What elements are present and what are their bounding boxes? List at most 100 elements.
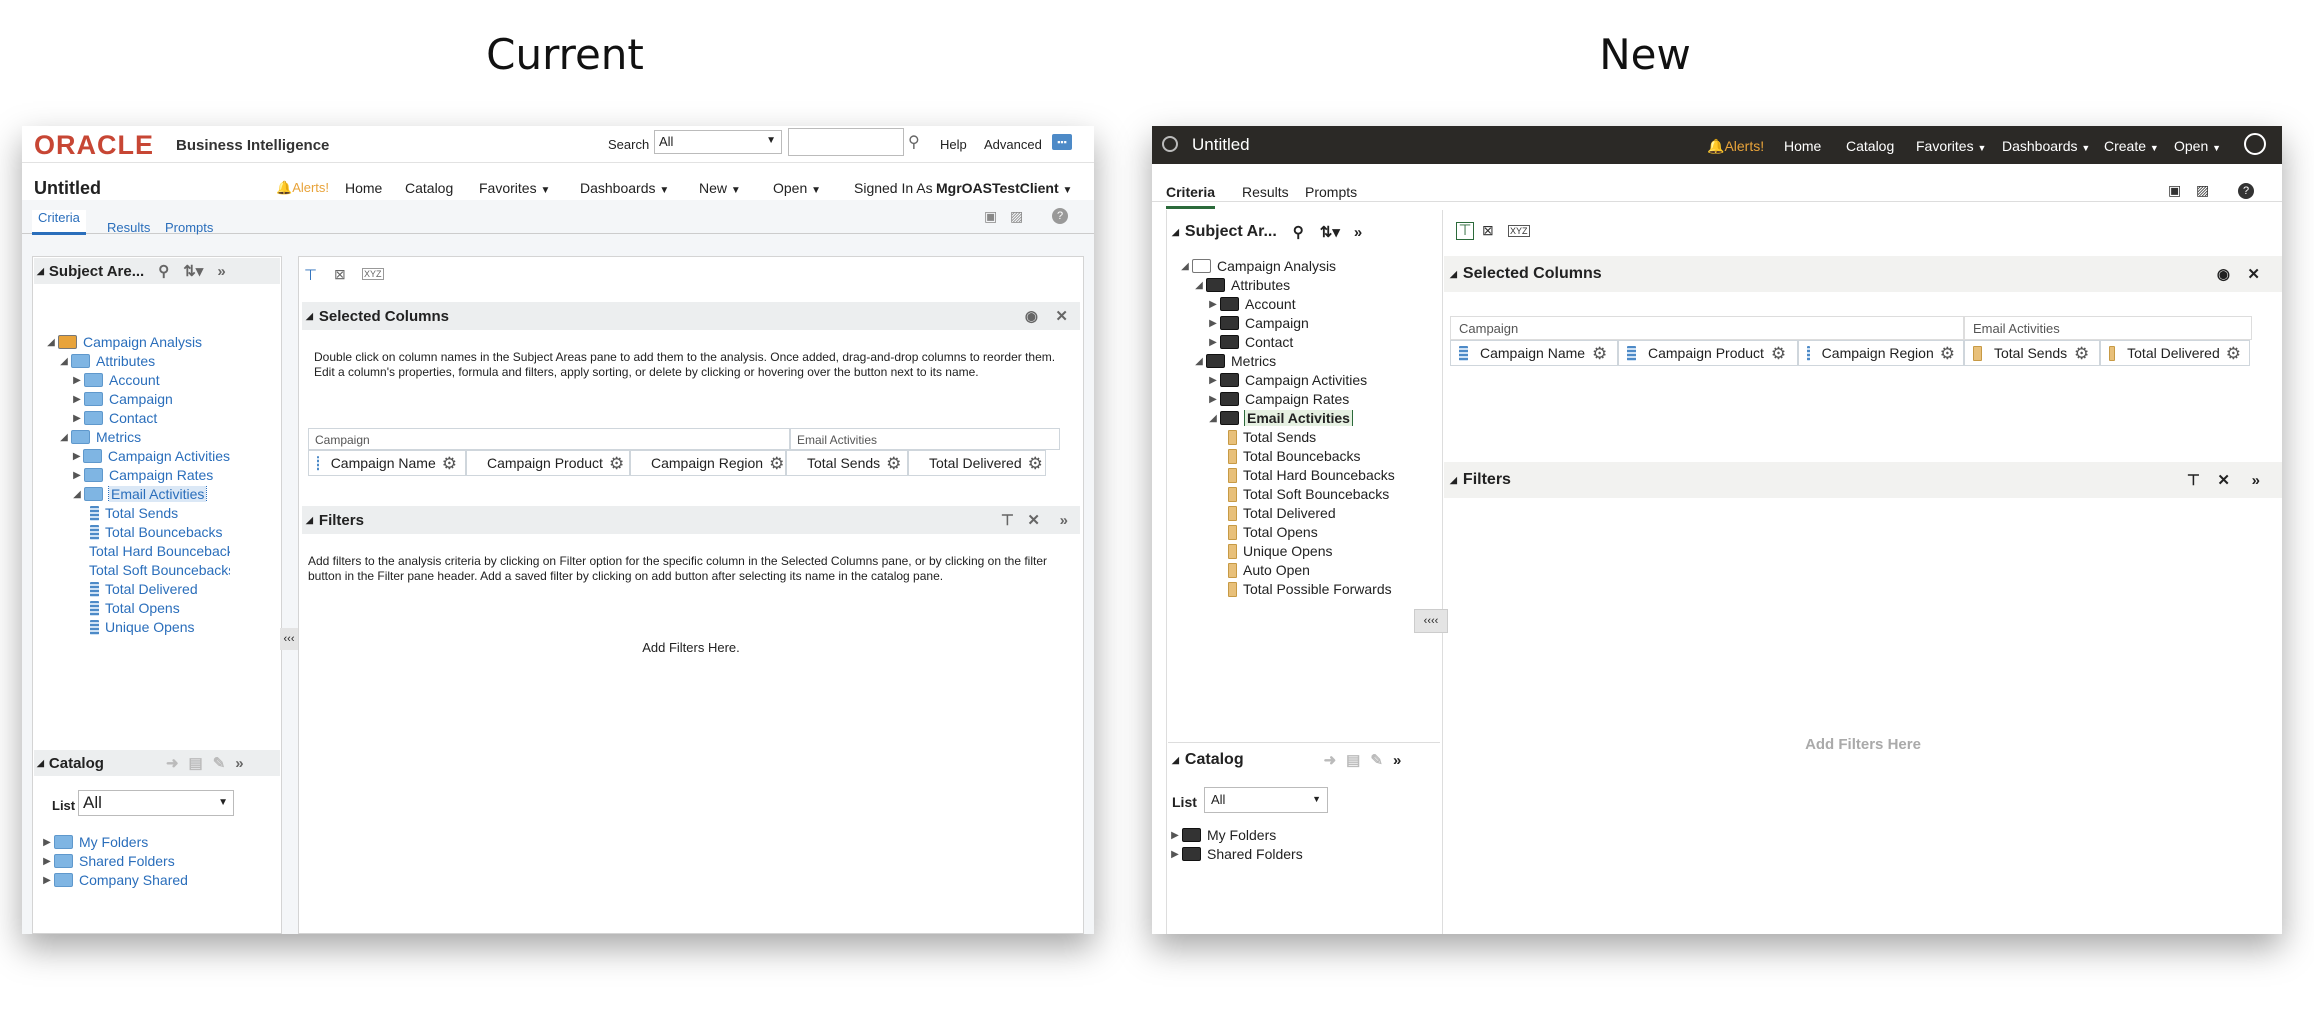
- tree-item[interactable]: ◢ Campaign Analysis: [1178, 258, 1440, 274]
- tree-item[interactable]: ▶ Contact: [70, 410, 230, 426]
- tree-item[interactable]: Total Delivered: [1220, 505, 1440, 521]
- add-filter-icon[interactable]: ⊤: [2187, 471, 2200, 489]
- search-icon[interactable]: ⚲: [1293, 223, 1304, 241]
- edit-icon[interactable]: ✎: [1370, 751, 1383, 769]
- help-icon[interactable]: ?: [2238, 183, 2254, 199]
- tree-item[interactable]: ▶ Campaign: [1206, 315, 1440, 331]
- help-icon[interactable]: ?: [1052, 208, 1068, 224]
- gear-icon[interactable]: ⚙: [1940, 345, 1955, 362]
- filter-view-icon[interactable]: ⊤: [1456, 222, 1474, 240]
- search-input[interactable]: [788, 128, 904, 156]
- tree-item[interactable]: ▶ Campaign Activities: [70, 448, 230, 464]
- home-link[interactable]: Home: [1784, 138, 1821, 154]
- collapse-icon[interactable]: ◢: [306, 311, 313, 322]
- arrow-right-icon[interactable]: ➜: [166, 754, 179, 772]
- collapsed-arrow-icon[interactable]: ▶: [1206, 337, 1220, 348]
- user-menu[interactable]: MgrOASTestClient ▼: [936, 180, 1072, 196]
- save-icon[interactable]: ▣: [2168, 182, 2181, 199]
- clear-columns-icon[interactable]: ✕: [2247, 265, 2260, 283]
- tree-item[interactable]: Unique Opens: [83, 619, 230, 635]
- tree-item[interactable]: ◢ Attributes: [57, 353, 230, 369]
- show-hide-icon[interactable]: ◉: [1025, 307, 1038, 325]
- collapse-icon[interactable]: ◢: [1172, 755, 1179, 766]
- tree-item[interactable]: ◢ Campaign Analysis: [44, 334, 230, 350]
- catalog-folder[interactable]: ▶ Shared Folders: [40, 853, 175, 869]
- save-as-icon[interactable]: ▨: [1010, 208, 1023, 225]
- tree-item[interactable]: ◢ Email Activities: [70, 486, 230, 502]
- tree-item[interactable]: ◢ Attributes: [1192, 277, 1440, 293]
- catalog-folder[interactable]: ▶ Shared Folders: [1168, 846, 1303, 862]
- collapsed-arrow-icon[interactable]: ▶: [70, 375, 84, 386]
- tree-item[interactable]: Total Possible Forwards: [1220, 581, 1440, 597]
- collapsed-arrow-icon[interactable]: ▶: [40, 856, 54, 867]
- add-icon[interactable]: ▤: [189, 754, 203, 772]
- tab-results[interactable]: Results: [1242, 184, 1289, 200]
- tree-item[interactable]: ◢ Metrics: [1192, 353, 1440, 369]
- gear-icon[interactable]: ⚙: [609, 455, 624, 472]
- filter-view-icon[interactable]: ⊤: [304, 266, 317, 284]
- collapse-icon[interactable]: ◢: [1450, 475, 1457, 486]
- column-pill[interactable]: Campaign Name ⚙: [308, 450, 466, 476]
- tree-item[interactable]: Total Sends: [83, 505, 230, 521]
- collapsed-arrow-icon[interactable]: ▶: [1206, 318, 1220, 329]
- new-menu[interactable]: New ▼: [699, 180, 741, 196]
- gear-icon[interactable]: ⚙: [442, 455, 457, 472]
- tab-criteria[interactable]: Criteria: [1166, 184, 1216, 209]
- clear-filters-icon[interactable]: ✕: [2217, 471, 2230, 489]
- xyz-icon[interactable]: XYZ: [1508, 225, 1530, 237]
- tree-item[interactable]: ▶ Account: [70, 372, 230, 388]
- catalog-folder[interactable]: ▶ My Folders: [40, 834, 148, 850]
- gear-icon[interactable]: ⚙: [886, 455, 901, 472]
- collapsed-arrow-icon[interactable]: ▶: [40, 837, 54, 848]
- tree-item[interactable]: Total Hard Bouncebacks: [1220, 467, 1440, 483]
- tree-item[interactable]: ▶ Account: [1206, 296, 1440, 312]
- column-pill[interactable]: Campaign Product ⚙: [1618, 340, 1798, 366]
- gear-icon[interactable]: ⚙: [769, 455, 784, 472]
- clear-columns-icon[interactable]: ✕: [1055, 307, 1068, 325]
- gear-icon[interactable]: ⚙: [1591, 345, 1608, 362]
- alerts-link[interactable]: 🔔Alerts!: [1707, 138, 1764, 155]
- tab-results[interactable]: Results: [107, 220, 150, 235]
- tree-item[interactable]: Total Opens: [1220, 524, 1440, 540]
- tree-item[interactable]: Unique Opens: [1220, 543, 1440, 559]
- column-pill[interactable]: Total Delivered ⚙: [908, 450, 1046, 476]
- pane-splitter-handle[interactable]: ‹‹‹: [280, 628, 298, 650]
- column-pill[interactable]: Total Sends ⚙: [786, 450, 908, 476]
- collapsed-arrow-icon[interactable]: ▶: [1206, 375, 1220, 386]
- expand-pane-icon[interactable]: »: [1060, 512, 1068, 529]
- sort-icon[interactable]: ⇅▾: [1320, 223, 1340, 241]
- expanded-arrow-icon[interactable]: ◢: [1178, 261, 1192, 272]
- dashboards-menu[interactable]: Dashboards ▼: [580, 180, 669, 196]
- tree-item[interactable]: ◢ Metrics: [57, 429, 230, 445]
- formula-icon[interactable]: ⊠: [1482, 222, 1494, 239]
- expanded-arrow-icon[interactable]: ◢: [1206, 413, 1220, 424]
- catalog-list-select[interactable]: All ▼: [78, 790, 234, 816]
- collapsed-arrow-icon[interactable]: ▶: [1168, 830, 1182, 841]
- column-pill[interactable]: Total Sends ⚙: [1964, 340, 2100, 366]
- collapse-icon[interactable]: ◢: [37, 758, 44, 769]
- tree-item[interactable]: Total Sends: [1220, 429, 1440, 445]
- user-profile-icon[interactable]: [2244, 133, 2266, 155]
- collapsed-arrow-icon[interactable]: ▶: [40, 875, 54, 886]
- sort-icon[interactable]: ⇅▾: [183, 262, 203, 280]
- search-icon[interactable]: ⚲: [908, 132, 920, 152]
- collapsed-arrow-icon[interactable]: ▶: [70, 394, 84, 405]
- tree-item[interactable]: ▶ Campaign Rates: [1206, 391, 1440, 407]
- expanded-arrow-icon[interactable]: ◢: [57, 432, 71, 443]
- edit-icon[interactable]: ✎: [213, 754, 226, 772]
- tree-item[interactable]: ▶ Campaign Activities: [1206, 372, 1440, 388]
- formula-icon[interactable]: ⊠: [334, 266, 346, 283]
- clear-filters-icon[interactable]: ✕: [1027, 511, 1040, 529]
- catalog-folder[interactable]: ▶ Company Shared: [40, 872, 188, 888]
- expand-pane-icon[interactable]: »: [217, 263, 225, 280]
- collapse-icon[interactable]: ◢: [1450, 269, 1457, 280]
- tree-item[interactable]: ▶ Contact: [1206, 334, 1440, 350]
- expand-pane-icon[interactable]: »: [1354, 224, 1362, 241]
- tree-item[interactable]: Total Opens: [83, 600, 230, 616]
- expanded-arrow-icon[interactable]: ◢: [44, 337, 58, 348]
- gear-icon[interactable]: ⚙: [1770, 345, 1787, 362]
- tree-item[interactable]: Total Soft Bouncebacks: [83, 562, 230, 578]
- collapse-icon[interactable]: ◢: [1172, 227, 1179, 238]
- favorites-menu[interactable]: Favorites ▼: [1916, 138, 1986, 154]
- expanded-arrow-icon[interactable]: ◢: [1192, 356, 1206, 367]
